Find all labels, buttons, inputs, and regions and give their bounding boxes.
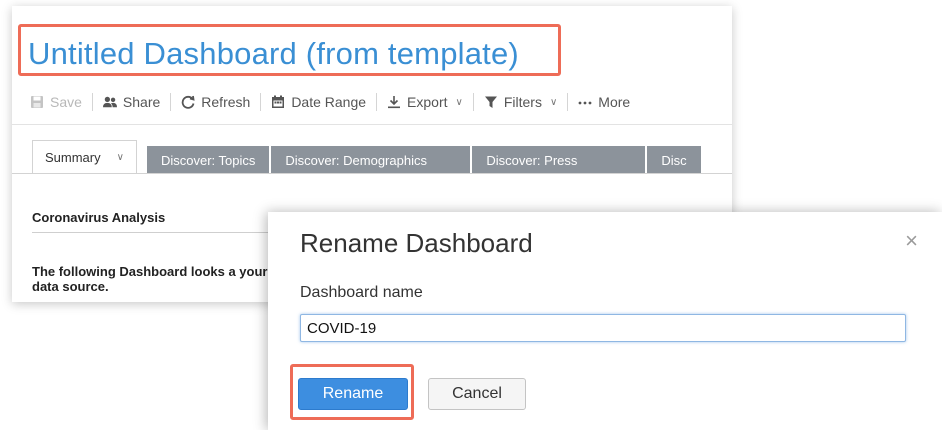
- save-label: Save: [50, 94, 82, 110]
- export-dropdown[interactable]: Export ∨: [377, 94, 473, 110]
- chevron-down-icon: ∨: [455, 96, 463, 108]
- filter-icon: [484, 95, 498, 109]
- filters-dropdown[interactable]: Filters ∨: [474, 94, 567, 110]
- refresh-icon: [181, 95, 195, 109]
- section-title: Coronavirus Analysis: [32, 210, 166, 225]
- share-button[interactable]: Share: [93, 94, 170, 110]
- tab-label: Discover: Topics: [160, 152, 256, 168]
- more-button[interactable]: More: [568, 94, 640, 110]
- dashboard-title[interactable]: Untitled Dashboard (from template): [28, 36, 519, 72]
- rename-button[interactable]: Rename: [298, 378, 408, 410]
- dashboard-name-input[interactable]: [300, 314, 906, 342]
- download-icon: [387, 95, 401, 109]
- dashboard-name-label: Dashboard name: [300, 284, 423, 301]
- dashboard-tabs: Summary ∨ Discover: Topics Discover: Dem…: [32, 140, 703, 174]
- tab-bar-divider: [12, 173, 732, 174]
- share-icon: [102, 95, 117, 109]
- more-label: More: [598, 94, 631, 110]
- close-icon[interactable]: ×: [905, 230, 918, 252]
- dialog-title: Rename Dashboard: [300, 228, 533, 258]
- toolbar-divider-line: [12, 124, 732, 125]
- chevron-down-icon: ∨: [549, 96, 558, 108]
- tab-label: Summary: [45, 150, 101, 165]
- tab-label: Discover: Press: [486, 152, 578, 168]
- cancel-button[interactable]: Cancel: [428, 378, 526, 410]
- tab-discover-press[interactable]: Discover: Press: [472, 146, 646, 174]
- save-icon: [30, 95, 44, 109]
- rename-dashboard-dialog: Rename Dashboard × Dashboard name Rename…: [268, 212, 942, 430]
- save-button[interactable]: Save: [30, 94, 92, 110]
- filters-label: Filters: [503, 94, 542, 110]
- export-label: Export: [407, 94, 448, 110]
- ellipsis-icon: [578, 95, 592, 109]
- share-label: Share: [122, 94, 161, 110]
- tab-label: Disc: [661, 152, 687, 168]
- tab-discover-truncated[interactable]: Disc: [647, 146, 701, 174]
- tab-discover-topics[interactable]: Discover: Topics: [146, 146, 270, 174]
- section-divider: [32, 232, 292, 233]
- dashboard-toolbar: Save Share Refresh Date Range Export ∨ F…: [30, 90, 640, 114]
- chevron-down-icon[interactable]: ∨: [117, 152, 124, 163]
- date-range-label: Date Range: [291, 94, 367, 110]
- dashboard-description: The following Dashboard looks a your dat…: [32, 264, 268, 294]
- refresh-button[interactable]: Refresh: [171, 94, 260, 110]
- tab-summary[interactable]: Summary ∨: [32, 140, 137, 174]
- date-range-button[interactable]: Date Range: [261, 94, 376, 110]
- tab-label: Discover: Demographics: [285, 152, 427, 168]
- refresh-label: Refresh: [201, 94, 251, 110]
- tab-discover-demographics[interactable]: Discover: Demographics: [271, 146, 471, 174]
- calendar-icon: [271, 95, 285, 109]
